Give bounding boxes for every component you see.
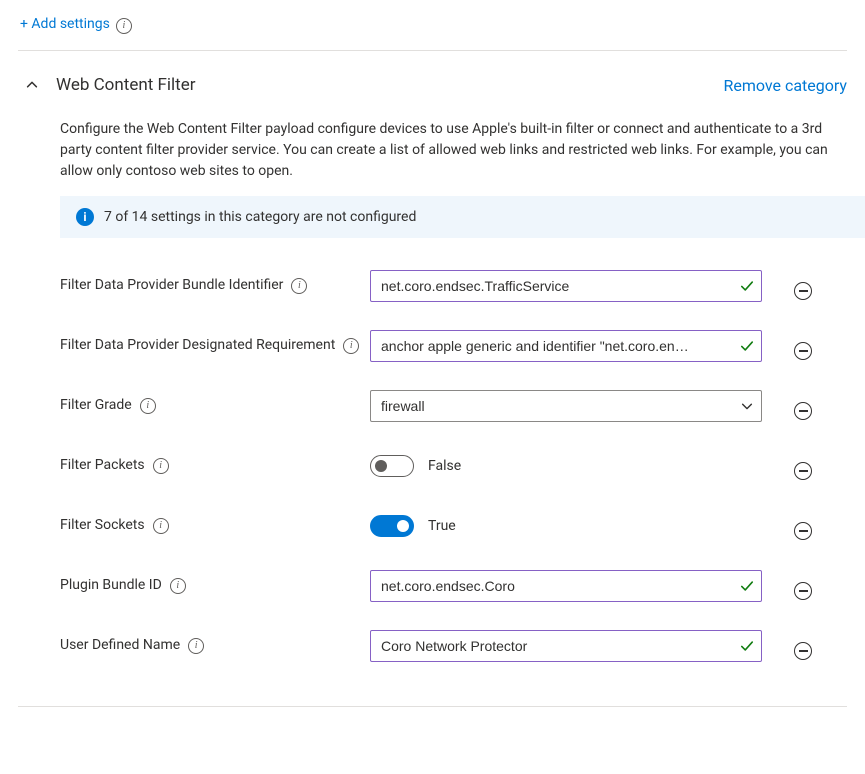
setting-label: Plugin Bundle ID — [60, 576, 162, 595]
remove-setting-icon[interactable] — [794, 342, 812, 360]
filter-grade-select[interactable] — [370, 390, 762, 422]
remove-setting-icon[interactable] — [794, 402, 812, 420]
setting-info-icon[interactable]: i — [291, 278, 307, 294]
setting-label: Filter Sockets — [60, 516, 145, 535]
collapse-icon[interactable] — [18, 71, 46, 99]
add-settings-link[interactable]: + Add settings — [20, 16, 110, 32]
setting-row-filter-data-provider-bundle-identifier: Filter Data Provider Bundle Identifier i — [60, 256, 847, 316]
setting-info-icon[interactable]: i — [170, 578, 186, 594]
category-title: Web Content Filter — [56, 75, 196, 95]
section-divider — [18, 706, 847, 707]
category-web-content-filter: Web Content Filter Remove category Confi… — [18, 50, 847, 707]
filter-sockets-toggle[interactable] — [370, 515, 414, 537]
user-defined-name-input[interactable] — [370, 630, 762, 662]
filter-data-provider-designated-requirement-input[interactable] — [370, 330, 762, 362]
info-icon: i — [76, 208, 94, 226]
toggle-text: False — [428, 458, 461, 474]
setting-label: Filter Data Provider Bundle Identifier — [60, 276, 283, 295]
setting-info-icon[interactable]: i — [188, 638, 204, 654]
toggle-text: True — [428, 518, 456, 534]
plugin-bundle-id-input[interactable] — [370, 570, 762, 602]
info-banner: i 7 of 14 settings in this category are … — [60, 196, 865, 238]
setting-row-plugin-bundle-id: Plugin Bundle ID i — [60, 556, 847, 616]
setting-info-icon[interactable]: i — [153, 518, 169, 534]
remove-setting-icon[interactable] — [794, 642, 812, 660]
setting-row-user-defined-name: User Defined Name i — [60, 616, 847, 676]
info-banner-text: 7 of 14 settings in this category are no… — [104, 209, 416, 225]
setting-row-filter-data-provider-designated-requirement: Filter Data Provider Designated Requirem… — [60, 316, 847, 376]
filter-data-provider-bundle-identifier-input[interactable] — [370, 270, 762, 302]
setting-row-filter-sockets: Filter Sockets i True — [60, 496, 847, 556]
setting-label: Filter Grade — [60, 396, 132, 415]
setting-label: User Defined Name — [60, 636, 180, 655]
remove-setting-icon[interactable] — [794, 462, 812, 480]
setting-label: Filter Packets — [60, 456, 145, 475]
remove-setting-icon[interactable] — [794, 582, 812, 600]
remove-setting-icon[interactable] — [794, 282, 812, 300]
setting-info-icon[interactable]: i — [140, 398, 156, 414]
add-settings-info-icon[interactable]: i — [116, 18, 132, 34]
setting-row-filter-grade: Filter Grade i — [60, 376, 847, 436]
category-description: Configure the Web Content Filter payload… — [60, 119, 847, 182]
setting-info-icon[interactable]: i — [343, 338, 359, 354]
remove-setting-icon[interactable] — [794, 522, 812, 540]
setting-info-icon[interactable]: i — [153, 458, 169, 474]
setting-label: Filter Data Provider Designated Requirem… — [60, 336, 335, 355]
setting-row-filter-packets: Filter Packets i False — [60, 436, 847, 496]
filter-packets-toggle[interactable] — [370, 455, 414, 477]
remove-category-link[interactable]: Remove category — [723, 76, 847, 95]
